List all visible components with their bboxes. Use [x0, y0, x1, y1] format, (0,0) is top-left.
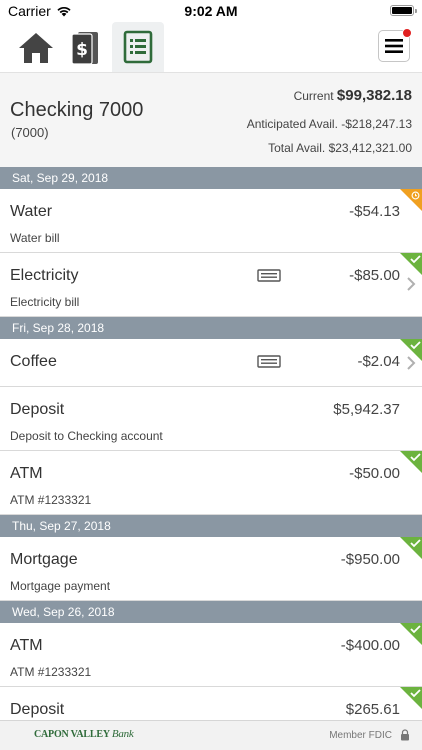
transaction-amount: -$50.00 — [349, 465, 400, 482]
status-bar: Carrier 9:02 AM — [0, 0, 422, 22]
account-name: Checking 7000 — [10, 99, 144, 121]
receipt-attachment-icon[interactable] — [257, 355, 281, 368]
transaction-row[interactable]: Coffee -$2.04 — [0, 339, 422, 387]
cleared-check-icon — [400, 623, 422, 645]
menu-button[interactable] — [378, 28, 412, 62]
tab-accounts[interactable]: $ — [62, 24, 110, 72]
total-balance-value: $23,412,321.00 — [328, 141, 412, 155]
transaction-row[interactable]: ATM ATM #1233321 -$50.00 — [0, 451, 422, 515]
transaction-row[interactable]: Water Water bill -$54.13 — [0, 189, 422, 253]
transaction-amount: -$950.00 — [340, 551, 400, 568]
notification-dot — [402, 28, 412, 38]
date-header: Sat, Sep 29, 2018 — [0, 167, 422, 189]
total-balance-label: Total Avail. — [268, 141, 326, 155]
svg-text:$: $ — [76, 40, 88, 60]
transaction-title: ATM — [10, 637, 43, 654]
money-stack-icon: $ — [71, 32, 98, 65]
tab-home[interactable] — [12, 24, 60, 72]
transaction-title: ATM — [10, 465, 43, 482]
home-icon — [19, 33, 53, 63]
bank-logo-name: CAPON VALLEY — [34, 729, 110, 740]
status-time: 9:02 AM — [184, 3, 238, 19]
anticipated-balance-label: Anticipated Avail. — [246, 117, 338, 131]
top-nav: $ — [0, 22, 422, 72]
anticipated-balance: Anticipated Avail. -$218,247.13 — [247, 117, 412, 131]
transaction-amount: $5,942.37 — [333, 401, 400, 418]
transaction-title: Mortgage — [10, 551, 78, 568]
cleared-check-icon — [400, 253, 422, 275]
bank-logo-script: Bank — [111, 728, 134, 740]
transaction-amount: -$54.13 — [349, 203, 400, 220]
transaction-description: ATM #1233321 — [10, 665, 92, 679]
cleared-check-icon — [400, 339, 422, 361]
ledger-list-icon — [123, 30, 153, 64]
transaction-amount: $265.61 — [345, 701, 400, 718]
transaction-list: Sat, Sep 29, 2018 Water Water bill -$54.… — [0, 167, 422, 727]
transaction-description: Water bill — [10, 231, 60, 245]
transaction-description: ATM #1233321 — [10, 493, 92, 507]
transaction-description: Electricity bill — [10, 295, 80, 309]
member-fdic-label: Member FDIC — [329, 730, 392, 741]
tab-ledger[interactable] — [112, 22, 164, 72]
transaction-row[interactable]: Electricity Electricity bill -$85.00 — [0, 253, 422, 317]
cleared-check-icon — [400, 687, 422, 709]
transaction-amount: -$400.00 — [340, 637, 400, 654]
account-header: Checking 7000 (7000) Current $99,382.18 … — [0, 72, 422, 167]
transaction-row[interactable]: Mortgage Mortgage payment -$950.00 — [0, 537, 422, 601]
transaction-row[interactable]: ATM ATM #1233321 -$400.00 — [0, 623, 422, 687]
transaction-description: Mortgage payment — [10, 579, 111, 593]
footer: CAPON VALLEY Bank Member FDIC — [0, 720, 422, 750]
transaction-title: Electricity — [10, 267, 79, 284]
account-number: (7000) — [11, 125, 49, 140]
bank-logo: CAPON VALLEY Bank — [34, 728, 134, 740]
transaction-title: Water — [10, 203, 53, 220]
hamburger-menu-icon — [385, 39, 403, 53]
chevron-right-icon[interactable] — [406, 277, 416, 291]
cleared-check-icon — [400, 451, 422, 473]
total-balance: Total Avail. $23,412,321.00 — [268, 141, 412, 155]
pending-clock-icon — [400, 189, 422, 211]
date-header: Wed, Sep 26, 2018 — [0, 601, 422, 623]
current-balance: Current $99,382.18 — [294, 87, 412, 104]
transaction-row[interactable]: Deposit Deposit to Checking account $5,9… — [0, 387, 422, 451]
date-header: Thu, Sep 27, 2018 — [0, 515, 422, 537]
transaction-title: Deposit — [10, 401, 65, 418]
battery-icon — [390, 5, 417, 16]
anticipated-balance-value: -$218,247.13 — [341, 117, 412, 131]
lock-icon — [401, 729, 409, 741]
transaction-title: Deposit — [10, 701, 65, 718]
transaction-description: Deposit to Checking account — [10, 429, 163, 443]
date-header: Fri, Sep 28, 2018 — [0, 317, 422, 339]
transaction-amount: -$85.00 — [349, 267, 400, 284]
current-balance-label: Current — [293, 89, 334, 103]
cleared-check-icon — [400, 537, 422, 559]
transaction-title: Coffee — [10, 353, 57, 370]
receipt-attachment-icon[interactable] — [257, 269, 281, 282]
transaction-amount: -$2.04 — [357, 353, 400, 370]
current-balance-value: $99,382.18 — [336, 87, 412, 104]
